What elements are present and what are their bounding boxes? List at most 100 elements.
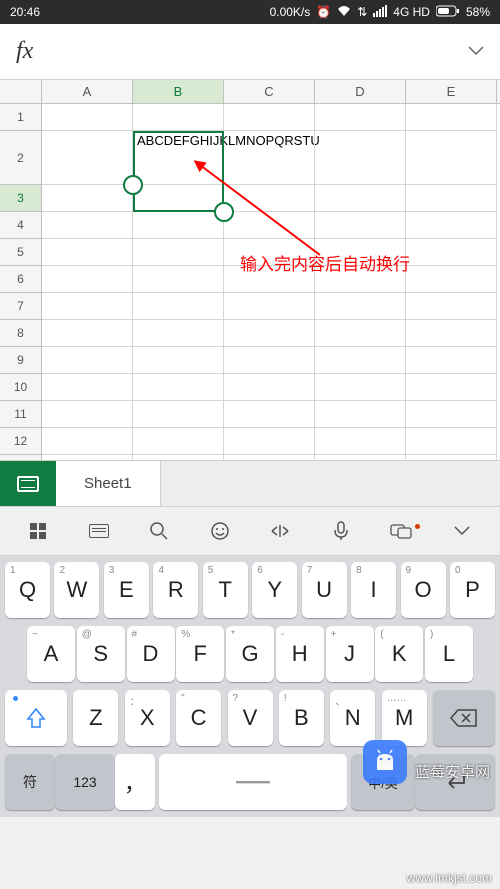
cell-D4[interactable] xyxy=(315,212,406,239)
key-A[interactable]: ~A xyxy=(27,626,75,682)
formula-bar[interactable]: fx xyxy=(0,24,500,80)
cell-B4[interactable] xyxy=(133,212,224,239)
cell-D10[interactable] xyxy=(315,374,406,401)
row-header-5[interactable]: 5 xyxy=(0,239,42,266)
key-H[interactable]: -H xyxy=(276,626,324,682)
key-space[interactable]: ━━━━ xyxy=(159,754,347,810)
cell-C13[interactable] xyxy=(224,455,315,460)
cell-B9[interactable] xyxy=(133,347,224,374)
key-W[interactable]: 2W xyxy=(54,562,99,618)
cell-D12[interactable] xyxy=(315,428,406,455)
cell-E11[interactable] xyxy=(406,401,497,428)
key-numbers[interactable]: 123 xyxy=(55,754,115,810)
cell-E2[interactable] xyxy=(406,131,497,185)
key-Q[interactable]: 1Q xyxy=(5,562,50,618)
cell-E7[interactable] xyxy=(406,293,497,320)
row-header-11[interactable]: 11 xyxy=(0,401,42,428)
row-header-13[interactable]: 13 xyxy=(0,455,42,460)
cell-E4[interactable] xyxy=(406,212,497,239)
cell-E10[interactable] xyxy=(406,374,497,401)
key-X[interactable]: ：X xyxy=(125,690,170,746)
search-icon[interactable] xyxy=(142,521,176,541)
cell-B8[interactable] xyxy=(133,320,224,347)
cursor-icon[interactable] xyxy=(263,521,297,541)
cell-E1[interactable] xyxy=(406,104,497,131)
cell-A12[interactable] xyxy=(42,428,133,455)
col-header-D[interactable]: D xyxy=(315,80,406,103)
cell-C6[interactable] xyxy=(224,266,315,293)
cell-D11[interactable] xyxy=(315,401,406,428)
cell-E8[interactable] xyxy=(406,320,497,347)
row-header-12[interactable]: 12 xyxy=(0,428,42,455)
col-header-E[interactable]: E xyxy=(406,80,497,103)
cell-E6[interactable] xyxy=(406,266,497,293)
cell-C5[interactable] xyxy=(224,239,315,266)
cell-E12[interactable] xyxy=(406,428,497,455)
cell-A9[interactable] xyxy=(42,347,133,374)
row-header-4[interactable]: 4 xyxy=(0,212,42,239)
mic-icon[interactable] xyxy=(324,521,358,541)
key-M[interactable]: ……M xyxy=(382,690,427,746)
cell-D2[interactable] xyxy=(315,131,406,185)
cell-D3[interactable] xyxy=(315,185,406,212)
cell-E9[interactable] xyxy=(406,347,497,374)
key-shift[interactable] xyxy=(5,690,67,746)
key-J[interactable]: +J xyxy=(326,626,374,682)
grid-icon[interactable] xyxy=(21,523,55,539)
sheet-tab-1[interactable]: Sheet1 xyxy=(56,461,161,506)
cell-C3[interactable] xyxy=(224,185,315,212)
cell-C8[interactable] xyxy=(224,320,315,347)
cell-A10[interactable] xyxy=(42,374,133,401)
row-header-7[interactable]: 7 xyxy=(0,293,42,320)
key-T[interactable]: 5T xyxy=(203,562,248,618)
cell-D13[interactable] xyxy=(315,455,406,460)
cell-B7[interactable] xyxy=(133,293,224,320)
cell-D9[interactable] xyxy=(315,347,406,374)
key-U[interactable]: 7U xyxy=(302,562,347,618)
cell-D8[interactable] xyxy=(315,320,406,347)
key-G[interactable]: *G xyxy=(226,626,274,682)
cell-C4[interactable] xyxy=(224,212,315,239)
row-header-6[interactable]: 6 xyxy=(0,266,42,293)
cell-D6[interactable] xyxy=(315,266,406,293)
emoji-icon[interactable] xyxy=(203,521,237,541)
key-F[interactable]: %F xyxy=(176,626,224,682)
cell-B11[interactable] xyxy=(133,401,224,428)
cell-A13[interactable] xyxy=(42,455,133,460)
key-L[interactable]: )L xyxy=(425,626,473,682)
cell-B12[interactable] xyxy=(133,428,224,455)
col-header-A[interactable]: A xyxy=(42,80,133,103)
cell-C2[interactable] xyxy=(224,131,315,185)
row-header-10[interactable]: 10 xyxy=(0,374,42,401)
key-R[interactable]: 4R xyxy=(153,562,198,618)
key-E[interactable]: 3E xyxy=(104,562,149,618)
key-N[interactable]: 、N xyxy=(330,690,375,746)
spreadsheet-grid[interactable]: A B C D E 1 2 3 4 5 6 7 8 9 10 11 12 13 … xyxy=(0,80,500,460)
cell-A4[interactable] xyxy=(42,212,133,239)
key-K[interactable]: (K xyxy=(375,626,423,682)
cell-D5[interactable] xyxy=(315,239,406,266)
cell-B10[interactable] xyxy=(133,374,224,401)
key-Y[interactable]: 6Y xyxy=(252,562,297,618)
cell-C12[interactable] xyxy=(224,428,315,455)
cell-E13[interactable] xyxy=(406,455,497,460)
cell-B5[interactable] xyxy=(133,239,224,266)
row-header-8[interactable]: 8 xyxy=(0,320,42,347)
cell-B1[interactable] xyxy=(133,104,224,131)
cell-C7[interactable] xyxy=(224,293,315,320)
key-P[interactable]: 0P xyxy=(450,562,495,618)
cell-C10[interactable] xyxy=(224,374,315,401)
row-header-1[interactable]: 1 xyxy=(0,104,42,131)
key-symbols[interactable]: 符 xyxy=(5,754,55,810)
key-O[interactable]: 9O xyxy=(401,562,446,618)
key-C[interactable]: "C xyxy=(176,690,221,746)
cell-E3[interactable] xyxy=(406,185,497,212)
key-Z[interactable]: Z xyxy=(73,690,118,746)
cell-A3[interactable] xyxy=(42,185,133,212)
cell-B6[interactable] xyxy=(133,266,224,293)
cell-C9[interactable] xyxy=(224,347,315,374)
cell-D1[interactable] xyxy=(315,104,406,131)
expand-formula-icon[interactable] xyxy=(468,43,484,61)
cell-C11[interactable] xyxy=(224,401,315,428)
row-header-9[interactable]: 9 xyxy=(0,347,42,374)
